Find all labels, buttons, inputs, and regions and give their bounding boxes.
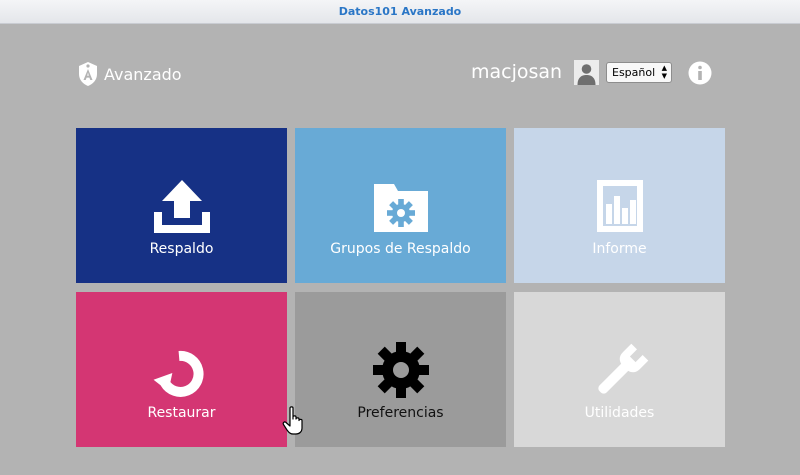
tile-utilidades-label: Utilidades xyxy=(584,405,655,421)
avatar[interactable] xyxy=(574,60,599,85)
report-chart-icon xyxy=(596,180,643,232)
tile-preferencias-label: Preferencias xyxy=(357,405,444,421)
shield-a-icon xyxy=(79,62,97,86)
language-selected: Español xyxy=(612,66,656,79)
tile-restaurar-label: Restaurar xyxy=(147,405,216,421)
wrench-icon xyxy=(597,343,648,394)
tile-preferencias[interactable]: Preferencias xyxy=(295,292,506,447)
tile-informe-label: Informe xyxy=(592,241,647,257)
tile-utilidades[interactable]: Utilidades xyxy=(514,292,725,447)
select-arrows-icon: ▲ ▼ xyxy=(661,64,667,80)
upload-icon xyxy=(153,180,210,233)
logo-text: Avanzado xyxy=(104,64,182,84)
tile-respaldo[interactable]: Respaldo xyxy=(76,128,287,283)
language-select[interactable]: Español ▲ ▼ xyxy=(606,62,672,83)
info-icon[interactable] xyxy=(688,61,712,85)
gear-icon xyxy=(372,342,429,398)
tile-restaurar[interactable]: Restaurar xyxy=(76,292,287,447)
tile-informe[interactable]: Informe xyxy=(514,128,725,283)
tile-grupos-de-respaldo[interactable]: Grupos de Respaldo xyxy=(295,128,506,283)
folder-gear-icon xyxy=(373,184,428,232)
tile-grupos-label: Grupos de Respaldo xyxy=(330,241,471,257)
restore-icon xyxy=(153,350,203,397)
app-logo: Avanzado xyxy=(78,60,182,88)
username: macjosan xyxy=(471,61,563,83)
window-title: Datos101 Avanzado xyxy=(0,0,800,24)
user-icon xyxy=(577,64,596,85)
hand-cursor-icon xyxy=(282,406,303,435)
tile-respaldo-label: Respaldo xyxy=(149,241,214,257)
